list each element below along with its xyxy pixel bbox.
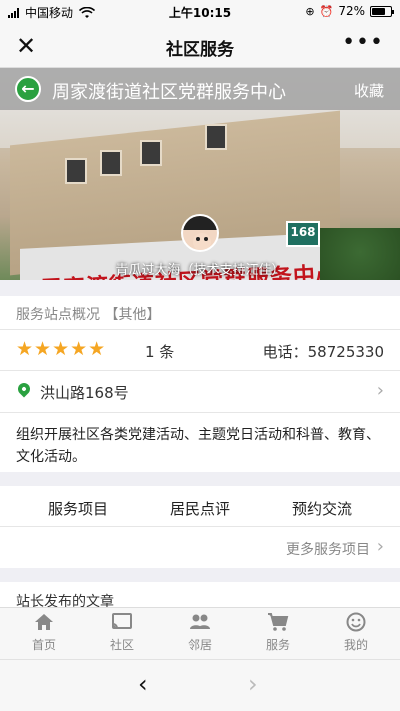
chevron-right-icon[interactable]: › (377, 380, 384, 401)
avatar[interactable] (181, 214, 219, 252)
tabbar-item-neighbors[interactable]: 邻居 (160, 612, 240, 653)
more-icon[interactable]: ••• (342, 30, 384, 55)
review-count[interactable]: 1 条 (145, 341, 174, 362)
hero-number-plate: 168 (286, 221, 320, 247)
tabbar-item-community[interactable]: 社区 (82, 612, 162, 653)
rating-stars: ★★★★★ (16, 338, 107, 360)
tabbar-item-services[interactable]: 服务 (238, 612, 318, 653)
alarm-icon: ⏰ (319, 4, 334, 18)
tab-appointment[interactable]: 预约交流 (292, 498, 352, 519)
forward-chevron-icon[interactable]: › (248, 670, 258, 698)
back-chevron-icon[interactable]: ‹ (138, 670, 148, 698)
tab-resident-reviews[interactable]: 居民点评 (170, 498, 230, 519)
service-tabs: 服务项目 居民点评 预约交流 更多服务项目 › (0, 486, 400, 568)
divider (0, 526, 400, 527)
hero-window (65, 158, 87, 184)
tabbar-item-home[interactable]: 首页 (4, 612, 84, 653)
tabbar-label: 社区 (109, 638, 134, 652)
divider (0, 329, 400, 330)
more-services-link[interactable]: 更多服务项目 (286, 539, 370, 559)
tab-service-items[interactable]: 服务项目 (48, 498, 108, 519)
station-title-bar: ← 周家渡街道社区党群服务中心 收藏 (0, 68, 400, 110)
battery-icon (370, 5, 394, 17)
tabbar-label: 服务 (265, 638, 290, 652)
station-description: 组织开展社区各类党建活动、主题党日活动和科普、教育、文化活动。 (16, 427, 380, 465)
favorite-button[interactable]: 收藏 (354, 80, 384, 101)
home-icon (35, 614, 53, 630)
divider (0, 370, 400, 371)
tabbar-label: 邻居 (187, 638, 212, 652)
phone-number[interactable]: 电话：58725330 (263, 341, 384, 362)
smile-icon (346, 612, 366, 632)
hero-window (205, 124, 227, 150)
station-name: 周家渡街道社区党群服务中心 (52, 82, 286, 103)
cast-icon (112, 613, 132, 629)
hero-caption: 青瓜过大海（技术支持汪佳） (115, 263, 285, 278)
chevron-right-icon[interactable]: › (377, 536, 384, 557)
battery-percent: 72% (338, 4, 365, 18)
tabbar-item-me[interactable]: 我的 (316, 612, 396, 653)
nav-bar: ✕ 社区服务 ••• (0, 24, 400, 68)
address[interactable]: 洪山路168号 (40, 382, 129, 403)
people-icon (190, 614, 210, 629)
divider (0, 412, 400, 413)
bottom-tab-bar: 首页 社区 邻居 服务 我的 (0, 607, 400, 659)
status-right: ⊕ ⏰ 72% (305, 4, 394, 18)
station-info: 服务站点概况 【其他】 ★★★★★ 1 条 电话：58725330 洪山路168… (0, 296, 400, 472)
back-arrow-icon[interactable]: ← (15, 76, 41, 102)
hero-window (140, 140, 162, 166)
page-title: 社区服务 (166, 40, 234, 60)
section-title: 服务站点概况 【其他】 (16, 307, 161, 323)
tabbar-label: 我的 (343, 638, 368, 652)
status-bar: 中国移动 上午10:15 ⊕ ⏰ 72% (0, 0, 400, 24)
hero-window (100, 150, 122, 176)
browser-nav-bar: ‹ › (0, 659, 400, 711)
rotation-lock-icon: ⊕ (305, 4, 315, 18)
cart-icon (268, 613, 289, 631)
tabbar-label: 首页 (31, 638, 56, 652)
location-pin-icon (15, 380, 33, 398)
